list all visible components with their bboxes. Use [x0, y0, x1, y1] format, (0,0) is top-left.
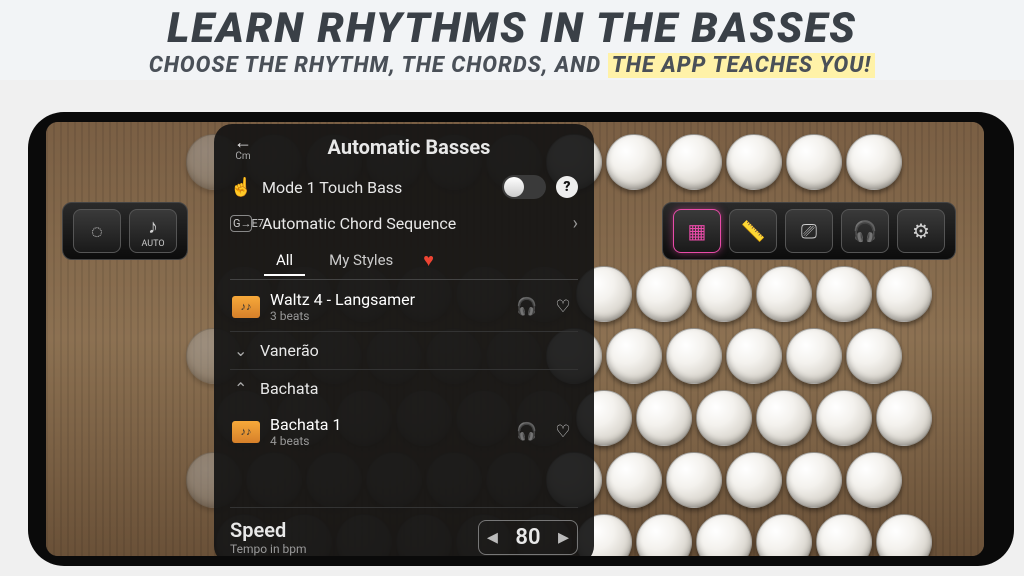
- chevron-down-icon: ⌄: [234, 341, 250, 360]
- favorite-button[interactable]: ♡: [550, 422, 576, 442]
- bass-button[interactable]: [696, 514, 752, 556]
- sliders-icon: ⎚: [801, 219, 817, 243]
- bass-button[interactable]: [696, 390, 752, 446]
- headphones-icon: 🎧: [853, 219, 878, 243]
- bass-button[interactable]: [726, 134, 782, 190]
- bass-button[interactable]: [666, 452, 722, 508]
- divider: [230, 279, 578, 280]
- bass-button[interactable]: [786, 134, 842, 190]
- chord-seq-label: Automatic Chord Sequence: [262, 214, 563, 233]
- bass-button[interactable]: [816, 266, 872, 322]
- back-arrow-icon: ←: [234, 132, 252, 153]
- tab-mystyles[interactable]: My Styles: [323, 247, 399, 273]
- auto-button[interactable]: ♪AUTO: [129, 209, 177, 253]
- bass-button[interactable]: [606, 452, 662, 508]
- mixer-button[interactable]: ⎚: [785, 209, 833, 253]
- mode-label: Mode 1 Touch Bass: [262, 178, 492, 197]
- scale-button[interactable]: 📏: [729, 209, 777, 253]
- mode-row: ☝ Mode 1 Touch Bass ?: [230, 168, 578, 206]
- style-title: Waltz 4 - Langsamer: [270, 290, 504, 309]
- settings-button[interactable]: ⚙: [897, 209, 945, 253]
- bass-button[interactable]: [636, 514, 692, 556]
- style-item[interactable]: ♪♪ Bachata 1 4 beats 🎧 ♡: [230, 407, 578, 456]
- bass-button[interactable]: [666, 328, 722, 384]
- ruler-icon: 📏: [741, 219, 766, 243]
- mode-toggle[interactable]: [502, 175, 546, 199]
- bass-button[interactable]: [786, 452, 842, 508]
- style-tabs: All My Styles ♥: [270, 247, 578, 273]
- group-label: Vanerão: [260, 341, 319, 360]
- panel-title: Automatic Basses: [266, 135, 552, 159]
- gear-icon: ⚙: [912, 219, 930, 243]
- chevron-right-icon: ›: [573, 213, 578, 234]
- bass-button[interactable]: [816, 514, 872, 556]
- tempo-decrease[interactable]: ◂: [487, 525, 498, 550]
- speed-label: Speed: [230, 518, 466, 542]
- accordion-icon: ▦: [688, 219, 707, 243]
- headline-subtitle: CHOOSE THE RHYTHM, THE CHORDS, AND THE A…: [0, 53, 1024, 78]
- chord-sequence-row[interactable]: G→E7 Automatic Chord Sequence ›: [230, 206, 578, 241]
- bass-button[interactable]: [786, 328, 842, 384]
- preview-button[interactable]: 🎧: [514, 297, 540, 317]
- help-button[interactable]: ?: [556, 176, 578, 198]
- bass-button[interactable]: [696, 266, 752, 322]
- bass-button[interactable]: [636, 266, 692, 322]
- touch-icon: ☝: [230, 177, 252, 198]
- bass-button[interactable]: [816, 390, 872, 446]
- device-frame: ◌ ♪AUTO ▦ 📏 ⎚ 🎧 ⚙ ← Cm Automatic Basses …: [28, 112, 1014, 566]
- style-title: Bachata 1: [270, 415, 504, 434]
- group-label: Bachata: [260, 379, 319, 398]
- bass-button[interactable]: [876, 390, 932, 446]
- bass-button[interactable]: [636, 390, 692, 446]
- bass-button[interactable]: [666, 134, 722, 190]
- style-icon: ♪♪: [232, 296, 260, 318]
- speed-row: Speed Tempo in bpm ◂ 80 ▸: [230, 507, 578, 556]
- headphones-button[interactable]: 🎧: [841, 209, 889, 253]
- chord-seq-icon: G→E7: [230, 215, 252, 232]
- group-bachata[interactable]: ⌃ Bachata: [230, 369, 578, 407]
- headline-title: LEARN RHYTHMS IN THE BASSES: [0, 4, 1024, 53]
- bass-button[interactable]: [726, 452, 782, 508]
- bass-button[interactable]: [726, 328, 782, 384]
- bass-button[interactable]: [756, 266, 812, 322]
- accordion-view-button[interactable]: ▦: [673, 209, 721, 253]
- preview-button[interactable]: 🎧: [514, 422, 540, 442]
- app-screen: ◌ ♪AUTO ▦ 📏 ⎚ 🎧 ⚙ ← Cm Automatic Basses …: [46, 122, 984, 556]
- style-sub: 3 beats: [270, 309, 504, 323]
- metronome-button[interactable]: ◌: [73, 209, 121, 253]
- favorites-tab[interactable]: ♥: [423, 250, 434, 271]
- tempo-stepper[interactable]: ◂ 80 ▸: [478, 520, 578, 555]
- promo-headline: LEARN RHYTHMS IN THE BASSES CHOOSE THE R…: [0, 0, 1024, 80]
- bass-button[interactable]: [756, 514, 812, 556]
- favorite-button[interactable]: ♡: [550, 297, 576, 317]
- bass-button[interactable]: [846, 452, 902, 508]
- headline-highlight: THE APP TEACHES YOU!: [608, 53, 876, 78]
- bass-button[interactable]: [606, 134, 662, 190]
- metronome-icon: ◌: [91, 219, 103, 244]
- style-icon: ♪♪: [232, 421, 260, 443]
- toolbar-left: ◌ ♪AUTO: [62, 202, 188, 260]
- auto-bass-icon: ♪: [148, 214, 158, 239]
- toolbar-right: ▦ 📏 ⎚ 🎧 ⚙: [662, 202, 956, 260]
- back-button[interactable]: ← Cm: [230, 134, 256, 160]
- bass-button[interactable]: [876, 514, 932, 556]
- bass-button[interactable]: [876, 266, 932, 322]
- chevron-up-icon: ⌃: [234, 379, 250, 398]
- tempo-value: 80: [508, 525, 548, 550]
- bass-button[interactable]: [846, 328, 902, 384]
- style-sub: 4 beats: [270, 434, 504, 448]
- tab-all[interactable]: All: [270, 247, 299, 273]
- bass-button[interactable]: [756, 390, 812, 446]
- speed-sub: Tempo in bpm: [230, 542, 466, 556]
- bass-button[interactable]: [606, 328, 662, 384]
- style-item[interactable]: ♪♪ Waltz 4 - Langsamer 3 beats 🎧 ♡: [230, 282, 578, 331]
- tempo-increase[interactable]: ▸: [558, 525, 569, 550]
- automatic-basses-panel: ← Cm Automatic Basses ☝ Mode 1 Touch Bas…: [214, 124, 594, 556]
- bass-button[interactable]: [846, 134, 902, 190]
- group-vanerao[interactable]: ⌄ Vanerão: [230, 331, 578, 369]
